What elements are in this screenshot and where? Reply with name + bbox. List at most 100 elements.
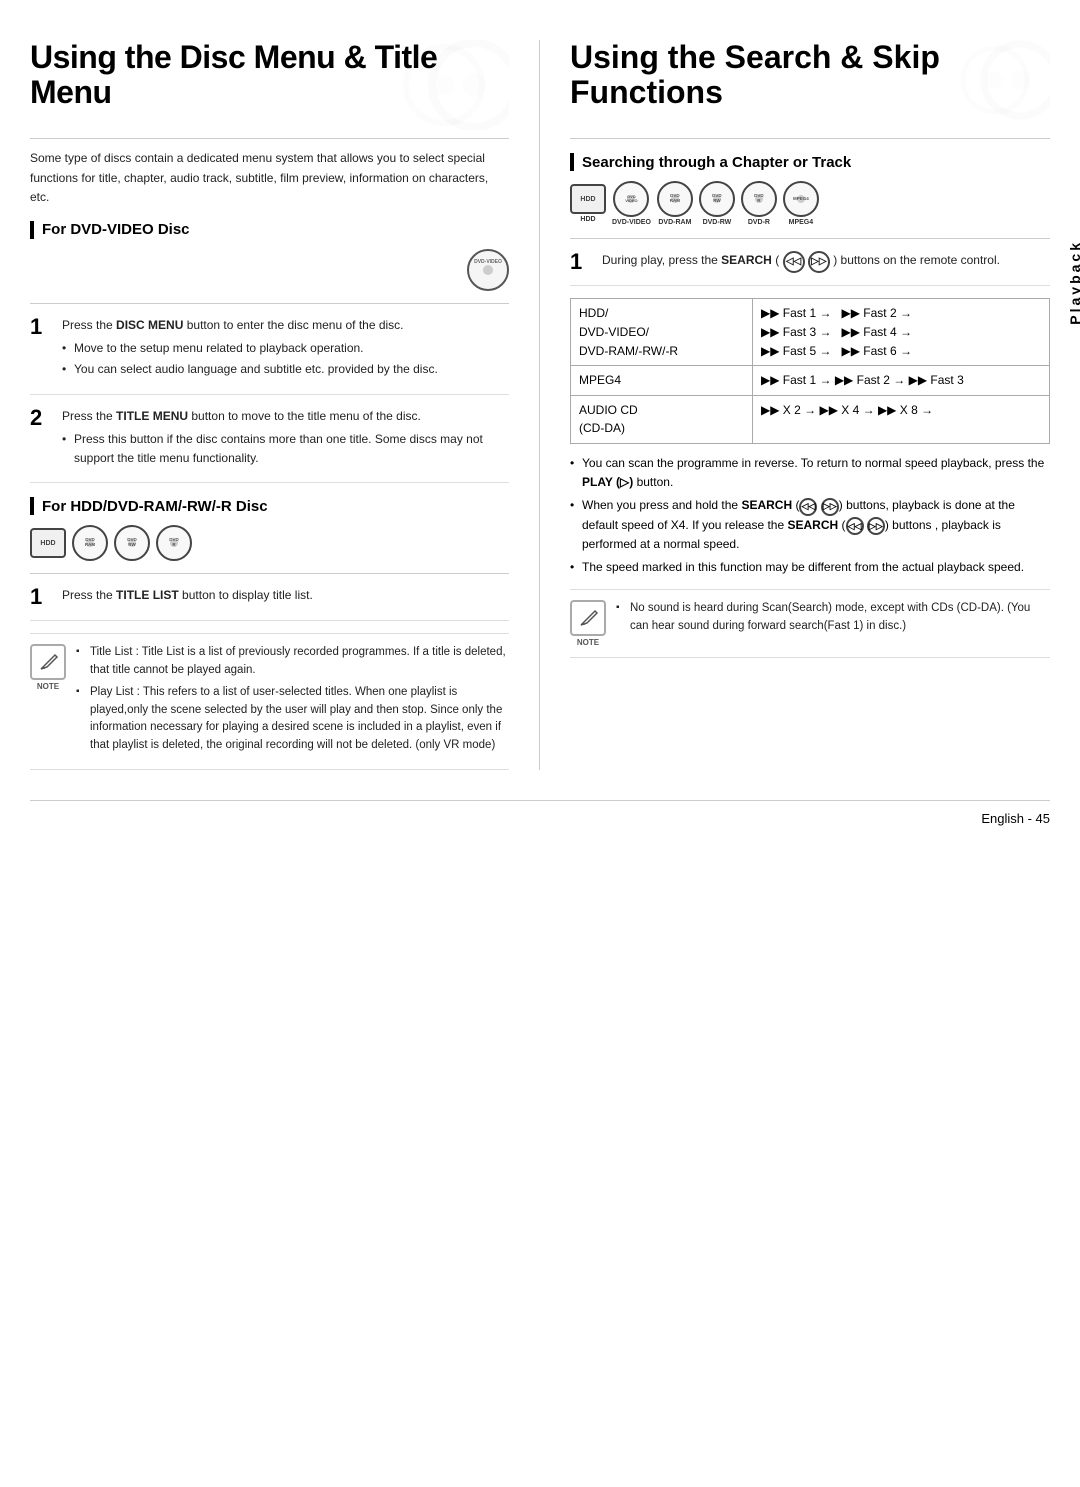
left-note-box: NOTE Title List : Title List is a list o…	[30, 633, 509, 770]
page-footer: English - 45	[30, 800, 1050, 826]
hdd-icon-badge: HDD	[30, 528, 66, 558]
right-dvdr-label: DVD-R	[748, 219, 770, 226]
hdd-header: For HDD/DVD-RAM/-RW/-R Disc	[30, 497, 509, 515]
left-note-label: NOTE	[37, 682, 59, 691]
hdd-step1: 1 Press the TITLE LIST button to display…	[30, 586, 509, 621]
dvd-video-badge-row: DVD-VIDEO	[30, 249, 509, 291]
dvd-ram-icon: DVDRAM	[72, 525, 108, 561]
hdd-step1-content: Press the TITLE LIST button to display t…	[62, 586, 313, 608]
right-dvdram-badge: DVDRAM DVD-RAM	[657, 181, 693, 226]
right-dvdrw-label: DVD-RW	[703, 219, 732, 226]
search-step1-content: During play, press the SEARCH ( ◁◁ ▷▷ ) …	[602, 251, 1000, 273]
dvd-r-icon: DVDR	[156, 525, 192, 561]
right-mpeg4-icon: MPEG4	[783, 181, 819, 217]
right-hdd-badge: HDD HDD	[570, 184, 606, 223]
search-header-text: Searching through a Chapter or Track	[582, 154, 851, 171]
dvd-r-icon-badge: DVDR	[156, 525, 192, 561]
search-bold2: SEARCH	[741, 498, 792, 512]
right-note-pencil-icon	[577, 607, 599, 629]
search-table-row2: MPEG4 ▶▶ Fast 1 → ▶▶ Fast 2 → ▶▶ Fast 3	[571, 366, 1050, 396]
right-dvdr-badge: DVDR DVD-R	[741, 181, 777, 226]
right-dvdr-icon: DVDR	[741, 181, 777, 217]
dvd-step2-bullet1: Press this button if the disc contains m…	[62, 430, 509, 468]
hdd-disc-icons: HDD DVDRAM DVDRW	[30, 525, 509, 561]
left-note-icon	[30, 644, 66, 680]
right-dvdrw-icon: DVDRW	[699, 181, 735, 217]
hdd-step1-text2: button to display title list.	[182, 588, 313, 602]
search-speeds-table: HDD/DVD-VIDEO/DVD-RAM/-RW/-R ▶▶ Fast 1 →…	[570, 298, 1050, 444]
search-play-bold: PLAY (▷)	[582, 475, 633, 489]
search-step1: 1 During play, press the SEARCH ( ◁◁ ▷▷ …	[570, 251, 1050, 286]
right-note-box: NOTE No sound is heard during Scan(Searc…	[570, 589, 1050, 658]
search-btn3-left: ◁◁	[846, 517, 864, 535]
playback-label: Playback	[1067, 240, 1080, 325]
hdd-section: For HDD/DVD-RAM/-RW/-R Disc HDD DVDRAM	[30, 497, 509, 621]
dvd-rw-icon-badge: DVDRW	[114, 525, 150, 561]
left-note-text: Title List : Title List is a list of pre…	[76, 644, 509, 759]
hdd-subsection-bar	[30, 497, 34, 515]
right-mpeg4-label: MPEG4	[789, 219, 814, 226]
playback-label-container: Playback	[1067, 240, 1080, 325]
search-section: Searching through a Chapter or Track HDD…	[570, 153, 1050, 658]
note-pencil-icon	[37, 651, 59, 673]
search-table-row2-value: ▶▶ Fast 1 → ▶▶ Fast 2 → ▶▶ Fast 3	[753, 366, 1050, 396]
left-title-row: Using the Disc Menu & Title Menu	[30, 40, 509, 139]
hdd-icon: HDD	[30, 528, 66, 558]
right-mpeg4-badge: MPEG4 MPEG4	[783, 181, 819, 226]
dvd-step2-bullets: Press this button if the disc contains m…	[62, 430, 509, 468]
hdd-header-text: For HDD/DVD-RAM/-RW/-R Disc	[42, 498, 268, 515]
left-note-item2: Play List : This refers to a list of use…	[76, 684, 509, 755]
left-note-item1: Title List : Title List is a list of pre…	[76, 644, 509, 680]
search-btn3-right: ▷▷	[867, 517, 885, 535]
dvd-step1: 1 Press the DISC MENU button to enter th…	[30, 316, 509, 395]
right-note-item1: No sound is heard during Scan(Search) mo…	[616, 600, 1050, 636]
search-bullet3: The speed marked in this function may be…	[570, 558, 1050, 577]
page-number: English - 45	[981, 811, 1050, 826]
right-title-disc-decoration	[950, 40, 1050, 120]
search-step1-number: 1	[570, 251, 590, 273]
dvd-rw-icon: DVDRW	[114, 525, 150, 561]
search-bullets: You can scan the programme in reverse. T…	[570, 454, 1050, 577]
left-note-icon-wrap: NOTE	[30, 644, 66, 759]
search-btn2-right: ▷▷	[821, 498, 839, 516]
search-table-row3-label: AUDIO CD(CD-DA)	[571, 395, 753, 443]
left-intro-text: Some type of discs contain a dedicated m…	[30, 149, 509, 207]
dvd-step2-number: 2	[30, 407, 50, 471]
search-table-row3: AUDIO CD(CD-DA) ▶▶ X 2 → ▶▶ X 4 → ▶▶ X 8…	[571, 395, 1050, 443]
search-table-row1-value: ▶▶ Fast 1 → ▶▶ Fast 2 → ▶▶ Fast 3 → ▶▶ F…	[753, 299, 1050, 366]
dvd-step1-bullets: Move to the setup menu related to playba…	[62, 339, 438, 379]
dvd-video-section: For DVD-VIDEO Disc DVD-VIDEO 1 Press the…	[30, 221, 509, 483]
right-dvdvideo-badge: DVDVIDEO DVD-VIDEO	[612, 181, 651, 226]
right-hdd-label: HDD	[580, 216, 595, 223]
search-bold3: SEARCH	[787, 518, 838, 532]
right-note-icon-wrap: NOTE	[570, 600, 606, 647]
dvd-step1-bold: DISC MENU	[116, 318, 183, 332]
search-header: Searching through a Chapter or Track	[570, 153, 1050, 171]
hdd-step1-number: 1	[30, 586, 50, 608]
right-column: Playback Using the Search & Skip Functio…	[540, 40, 1050, 770]
right-disc-icons: HDD HDD DVDVIDEO DVD-VIDEO DVDRAM DVD	[570, 181, 1050, 226]
right-dvdvideo-label: DVD-VIDEO	[612, 219, 651, 226]
right-dvdram-icon: DVDRAM	[657, 181, 693, 217]
dvd-step2: 2 Press the TITLE MENU button to move to…	[30, 407, 509, 484]
search-btn-left: ◁◁	[783, 251, 805, 273]
dvd-video-header-text: For DVD-VIDEO Disc	[42, 221, 190, 238]
search-step1-bold: SEARCH	[721, 253, 772, 267]
search-step1-btns: ( ◁◁ ▷▷ ) buttons on the remote control.	[775, 253, 1000, 267]
dvd-step1-text2: button to enter the disc menu of the dis…	[187, 318, 404, 332]
right-hdd-icon: HDD	[570, 184, 606, 214]
dvd-video-header: For DVD-VIDEO Disc	[30, 221, 509, 239]
right-note-label: NOTE	[577, 638, 599, 647]
search-table-row1-label: HDD/DVD-VIDEO/DVD-RAM/-RW/-R	[571, 299, 753, 366]
right-dvdvideo-icon: DVDVIDEO	[613, 181, 649, 217]
dvd-ram-icon-badge: DVDRAM	[72, 525, 108, 561]
search-btn-right: ▷▷	[808, 251, 830, 273]
search-bullet2: When you press and hold the SEARCH (◁◁ ▷…	[570, 496, 1050, 554]
right-title-row: Using the Search & Skip Functions	[570, 40, 1050, 139]
search-step1-text: During play, press the	[602, 253, 721, 267]
dvd-video-disc-icon: DVD-VIDEO	[467, 249, 509, 291]
dvd-step2-text2: button to move to the title menu of the …	[191, 409, 420, 423]
subsection-bar	[30, 221, 34, 239]
hdd-step1-bold: TITLE LIST	[116, 588, 179, 602]
right-dvdrw-badge: DVDRW DVD-RW	[699, 181, 735, 226]
